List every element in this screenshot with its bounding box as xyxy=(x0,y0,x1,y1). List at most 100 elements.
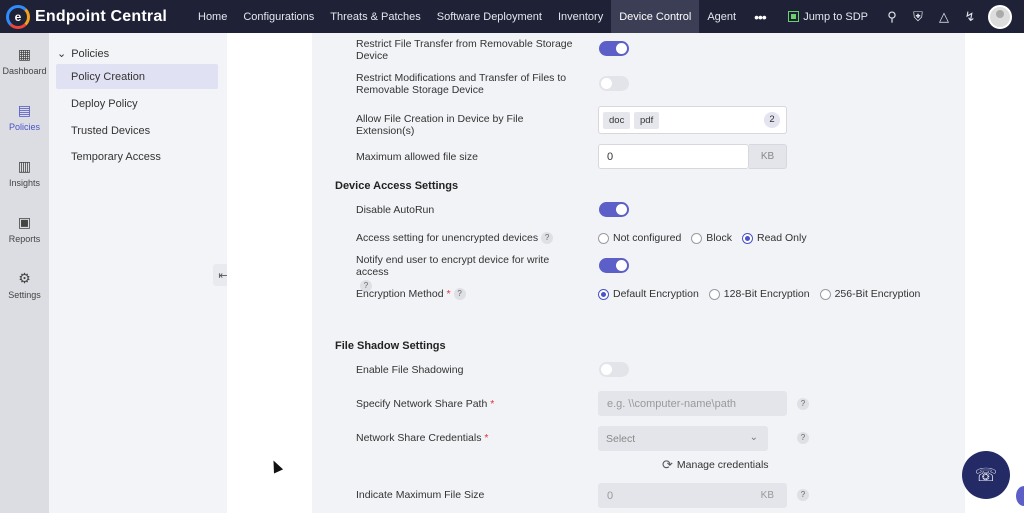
network-credentials-select-value: Select xyxy=(606,432,636,445)
network-share-path-input[interactable]: e.g. \\computer-name\path xyxy=(598,391,787,416)
network-share-path-label: Specify Network Share Path xyxy=(356,398,488,410)
network-credentials-select[interactable]: Select ⌄ xyxy=(598,426,768,451)
rail-settings-label: Settings xyxy=(8,290,41,300)
nav-home[interactable]: Home xyxy=(190,0,235,33)
sidebar-item-trusted-devices[interactable]: Trusted Devices xyxy=(56,118,218,143)
network-share-path-label-row: Specify Network Share Path * xyxy=(356,398,581,410)
required-marker: * xyxy=(446,288,451,300)
enable-shadowing-label: Enable File Shadowing xyxy=(356,364,464,376)
insights-icon: ▥ xyxy=(17,158,32,174)
network-credentials-label: Network Share Credentials xyxy=(356,432,482,444)
headset-icon: ☏ xyxy=(974,464,998,485)
notify-encrypt-toggle[interactable] xyxy=(599,258,629,273)
encryption-method-label-row: Encryption Method *? xyxy=(356,288,581,301)
jump-to-sdp-label: Jump to SDP xyxy=(803,10,868,23)
policies-icon: ▤ xyxy=(17,102,32,118)
file-shadow-section-title: File Shadow Settings xyxy=(335,340,446,352)
help-icon[interactable]: ? xyxy=(797,432,809,444)
sidebar-group-policies[interactable]: ⌄ Policies xyxy=(57,47,110,61)
shield-icon[interactable]: ⛨ xyxy=(910,9,926,25)
help-icon[interactable]: ? xyxy=(797,398,809,410)
enable-shadowing-toggle[interactable] xyxy=(599,362,629,377)
device-access-section-title: Device Access Settings xyxy=(335,180,459,192)
manage-credentials-link[interactable]: ⟳ Manage credentials xyxy=(662,457,769,473)
chevron-down-icon: ⌄ xyxy=(57,48,67,60)
radio-block[interactable]: Block xyxy=(691,232,732,244)
notify-encrypt-label: Notify end user to encrypt device for wr… xyxy=(356,254,550,278)
sidebar-item-temporary-access[interactable]: Temporary Access xyxy=(56,144,218,169)
max-file-size-label: Maximum allowed file size xyxy=(356,151,478,163)
dashboard-icon: ▦ xyxy=(17,46,32,62)
restrict-transfer-toggle[interactable] xyxy=(599,41,629,56)
help-icon[interactable]: ? xyxy=(453,288,466,301)
file-extension-input[interactable]: doc pdf 2 xyxy=(598,106,787,134)
app-title: Endpoint Central xyxy=(35,7,168,25)
help-icon[interactable]: ? xyxy=(797,489,809,501)
endpoint-central-logo-icon: e xyxy=(6,4,30,29)
nav-agent[interactable]: Agent xyxy=(699,0,744,33)
left-icon-rail: ▦ Dashboard ▤ Policies ▥ Insights ▣ Repo… xyxy=(0,33,49,513)
disable-autorun-toggle[interactable] xyxy=(599,202,629,217)
rail-policies[interactable]: ▤ Policies xyxy=(0,89,49,145)
jump-to-sdp-link[interactable]: Jump to SDP xyxy=(788,11,868,23)
extension-count-badge: 2 xyxy=(764,112,780,128)
lightning-icon[interactable]: ↯ xyxy=(962,9,978,25)
nav-inventory[interactable]: Inventory xyxy=(550,0,611,33)
required-marker: * xyxy=(484,432,489,444)
topbar-actions: Jump to SDP ⚲ ⛨ △ ↯ xyxy=(788,0,1012,33)
extension-tag-pdf[interactable]: pdf xyxy=(634,112,660,129)
required-marker: * xyxy=(490,398,495,410)
unencrypted-access-radio-group: Not configured Block Read Only xyxy=(598,232,817,244)
sidebar-group-label: Policies xyxy=(71,47,110,60)
nav-threats-patches[interactable]: Threats & Patches xyxy=(322,0,429,33)
max-shadow-size-value: 0 xyxy=(607,489,614,502)
max-shadow-size-input[interactable]: 0 KB xyxy=(598,483,787,508)
nav-configurations[interactable]: Configurations xyxy=(235,0,322,33)
help-icon[interactable]: ? xyxy=(541,232,554,245)
more-menu-icon[interactable]: ••• xyxy=(744,0,776,33)
main-nav: Home Configurations Threats & Patches So… xyxy=(190,0,776,33)
extension-tag-doc[interactable]: doc xyxy=(603,112,631,129)
refresh-icon: ⟳ xyxy=(662,457,673,472)
app-logo[interactable]: e Endpoint Central xyxy=(0,4,190,29)
alert-triangle-icon[interactable]: △ xyxy=(936,9,952,25)
top-navigation-bar: e Endpoint Central Home Configurations T… xyxy=(0,0,1024,33)
chevron-down-icon: ⌄ xyxy=(749,432,758,443)
rail-dashboard[interactable]: ▦ Dashboard xyxy=(0,33,49,89)
restrict-modifications-label: Restrict Modifications and Transfer of F… xyxy=(356,72,567,96)
manage-credentials-label: Manage credentials xyxy=(676,459,769,471)
sdp-icon xyxy=(788,11,800,22)
rail-reports[interactable]: ▣ Reports xyxy=(0,201,49,257)
radio-128-bit-encryption[interactable]: 128-Bit Encryption xyxy=(708,288,810,300)
radio-read-only[interactable]: Read Only xyxy=(741,232,807,244)
max-shadow-size-label: Indicate Maximum File Size xyxy=(356,489,485,501)
encryption-method-label: Encryption Method xyxy=(356,288,444,300)
rail-insights[interactable]: ▥ Insights xyxy=(0,145,49,201)
sidebar-item-deploy-policy[interactable]: Deploy Policy xyxy=(56,91,218,116)
user-avatar[interactable] xyxy=(988,4,1012,29)
radio-not-configured[interactable]: Not configured xyxy=(598,232,681,244)
settings-icon: ⚙ xyxy=(18,270,31,286)
encryption-method-radio-group: Default Encryption 128-Bit Encryption 25… xyxy=(598,288,930,300)
radio-default-encryption[interactable]: Default Encryption xyxy=(598,288,699,300)
rail-dashboard-label: Dashboard xyxy=(2,66,47,76)
restrict-modifications-toggle[interactable] xyxy=(599,76,629,91)
rail-policies-label: Policies xyxy=(8,122,40,132)
search-icon[interactable]: ⚲ xyxy=(884,9,900,25)
disable-autorun-label: Disable AutoRun xyxy=(356,204,435,216)
unencrypted-access-label-row: Access setting for unencrypted devices? xyxy=(356,232,581,245)
policies-sidebar: ⌄ Policies Policy Creation Deploy Policy… xyxy=(49,33,227,513)
network-credentials-label-row: Network Share Credentials * xyxy=(356,432,581,444)
rail-reports-label: Reports xyxy=(8,234,41,244)
support-chat-button[interactable]: ☏ xyxy=(962,451,1010,499)
notify-encrypt-label-row: Notify end user to encrypt device for wr… xyxy=(356,254,581,292)
max-file-size-input[interactable]: 0 xyxy=(598,144,749,169)
restrict-transfer-label: Restrict File Transfer from Removable St… xyxy=(356,38,573,62)
rail-insights-label: Insights xyxy=(8,178,41,188)
sidebar-item-policy-creation[interactable]: Policy Creation xyxy=(56,64,218,89)
max-shadow-size-unit: KB xyxy=(760,490,774,501)
nav-device-control[interactable]: Device Control xyxy=(611,0,700,33)
rail-settings[interactable]: ⚙ Settings xyxy=(0,257,49,313)
nav-software-deployment[interactable]: Software Deployment xyxy=(429,0,550,33)
radio-256-bit-encryption[interactable]: 256-Bit Encryption xyxy=(819,288,920,300)
